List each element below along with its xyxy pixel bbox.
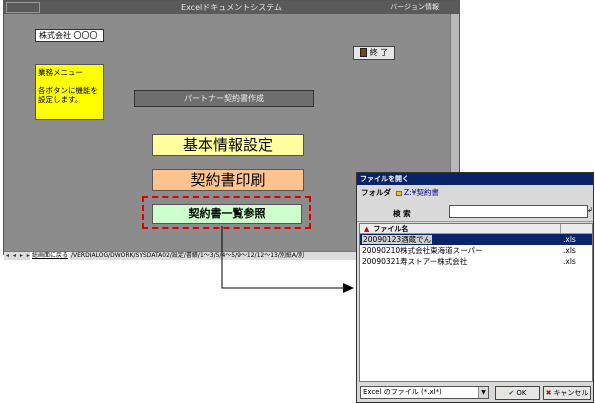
open-file-dialog: ファイルを開く フォルダ Z:¥契約書 検 索 ↲ ▲ ファイル名 20090123… [356,172,594,403]
cancel-label: キャンセル [553,389,589,397]
folder-label: フォルダ [361,188,391,197]
column-filename[interactable]: ファイル名 [373,225,408,233]
file-list[interactable]: ▲ ファイル名 20090123酒蔵でん .xls 20090210株式会社東海道… [359,223,593,382]
file-ext: .xls [563,246,576,255]
dialog-title: ファイルを開く [357,173,593,185]
arrow-head-icon [343,283,354,293]
folder-icon [396,190,402,196]
file-list-header[interactable]: ▲ ファイル名 [360,224,592,234]
folder-row: フォルダ Z:¥契約書 [361,187,439,199]
search-enter-icon[interactable]: ↲ [587,206,593,214]
file-name: 20090321寿ストアー株式会社 [362,257,468,266]
folder-path[interactable]: Z:¥契約書 [404,188,439,197]
search-label: 検 索 [393,209,411,218]
file-name: 20090123酒蔵でん [362,235,433,244]
checkmark-icon: ✔ [508,389,515,397]
file-row[interactable]: 20090210株式会社東海道スーパー .xls [360,245,592,256]
column-separator[interactable] [560,224,561,233]
file-row-selected[interactable]: 20090123酒蔵でん .xls [360,234,592,245]
file-row[interactable]: 20090321寿ストアー株式会社 .xls [360,256,592,267]
ok-button[interactable]: ✔ OK [495,386,540,400]
search-input[interactable] [449,205,588,218]
ok-label: OK [516,389,527,397]
connector-line [221,226,343,289]
file-name: 20090210株式会社東海道スーパー [362,246,483,255]
dialog-divider [357,221,593,222]
sort-ascending-icon[interactable]: ▲ [364,224,369,234]
file-ext: .xls [563,235,576,244]
file-ext: .xls [563,257,576,266]
cancel-button[interactable]: ✖ キャンセル [543,386,591,400]
file-type-value: Excel のファイル (*.xl*) [363,388,442,396]
close-icon: ✖ [545,389,552,397]
chevron-down-icon[interactable]: ▼ [478,387,488,398]
file-type-select[interactable]: Excel のファイル (*.xl*) ▼ [360,386,489,399]
